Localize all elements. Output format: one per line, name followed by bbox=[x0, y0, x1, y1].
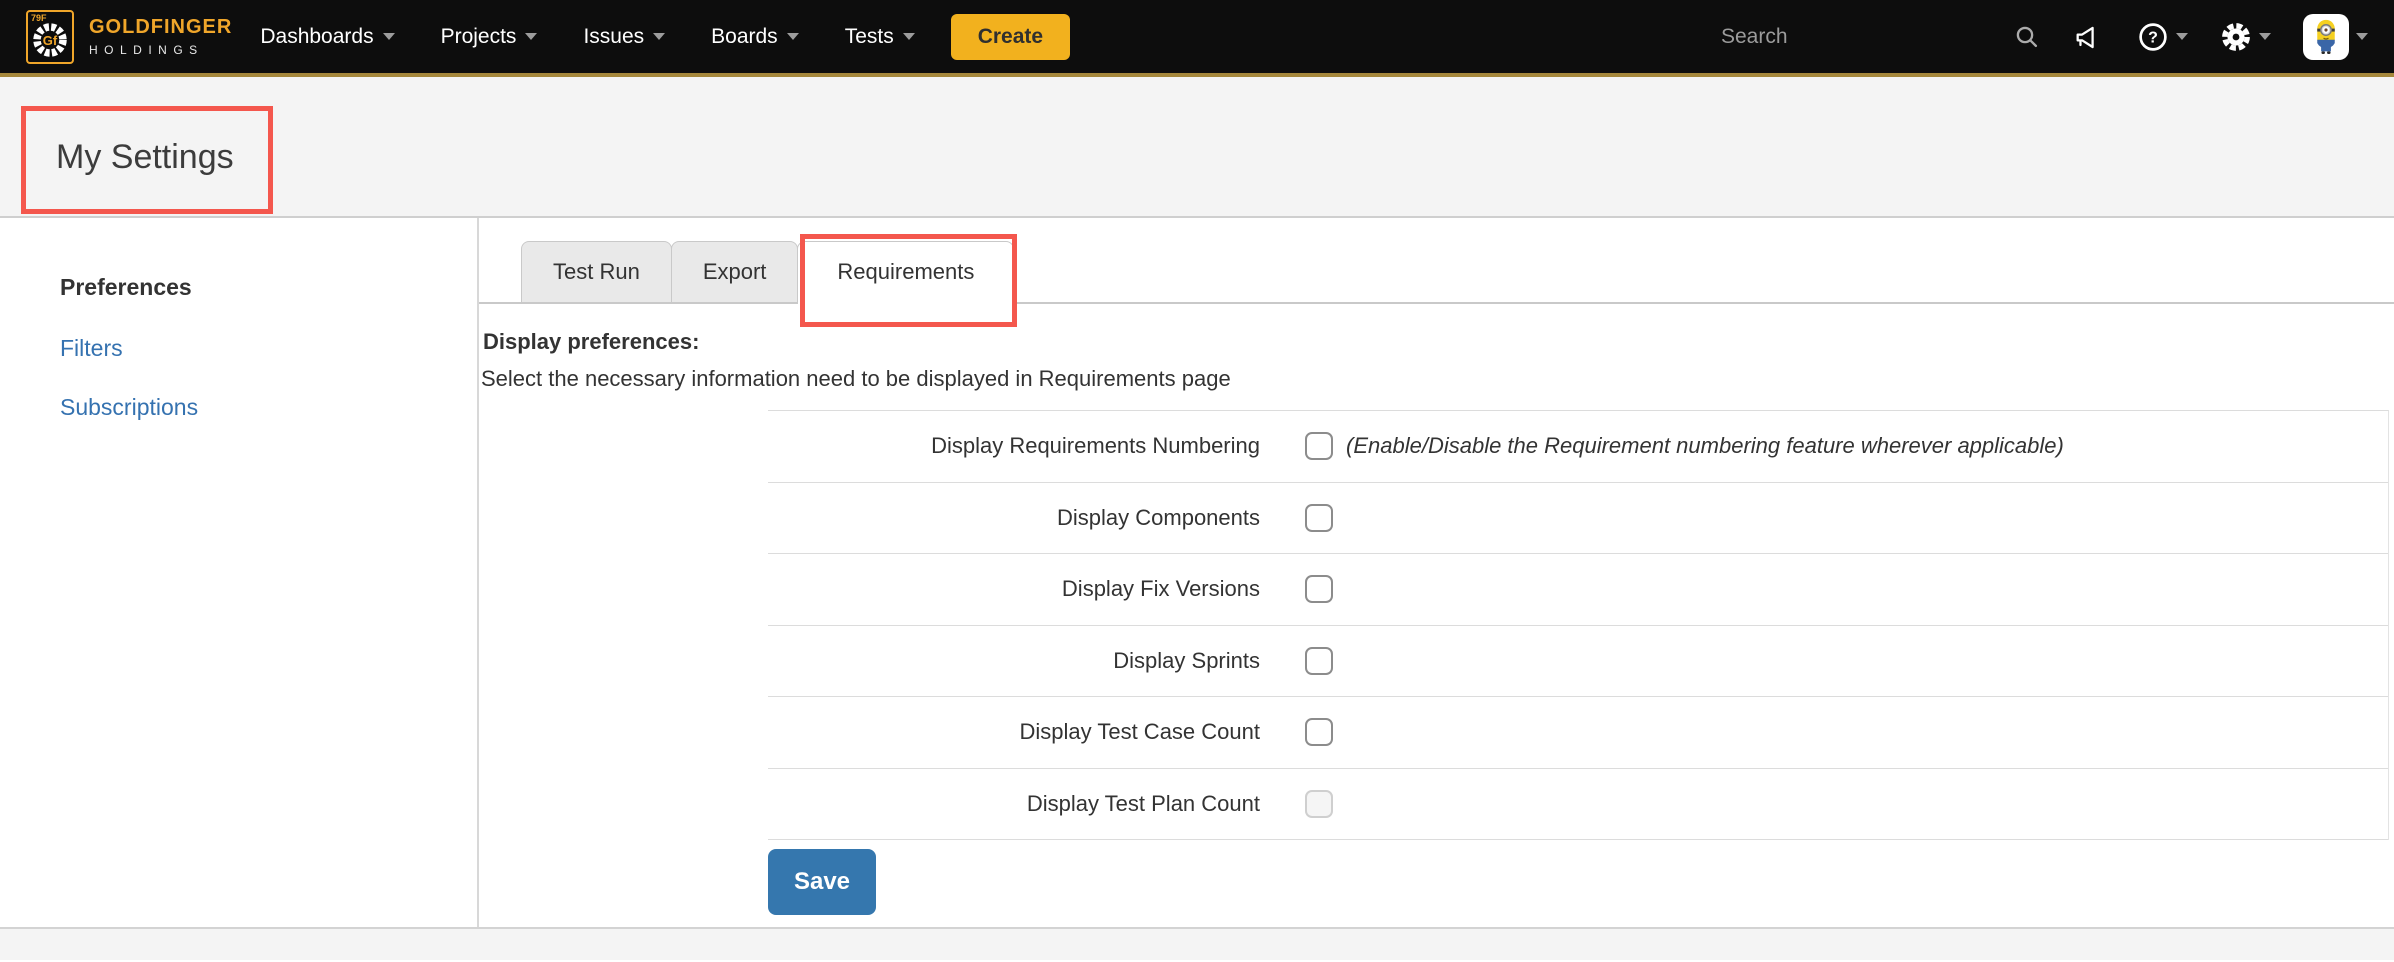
section-heading: Display preferences: bbox=[483, 329, 2394, 355]
settings-menu-button[interactable] bbox=[2220, 21, 2271, 53]
page-footer bbox=[0, 927, 2394, 960]
annotation-box-my-settings: My Settings bbox=[21, 106, 273, 214]
nav-menu-boards[interactable]: Boards bbox=[711, 25, 799, 49]
nav-menu-label: Issues bbox=[583, 25, 644, 49]
my-settings-page: 79F Gf GOLDFINGER HOLDINGS Dashboards Pr… bbox=[0, 0, 2394, 962]
row-label: Display Sprints bbox=[768, 648, 1260, 674]
nav-menu-label: Tests bbox=[845, 25, 894, 49]
search-icon[interactable] bbox=[2013, 23, 2041, 51]
avatar bbox=[2303, 14, 2349, 60]
minion-avatar-icon bbox=[2305, 15, 2347, 59]
sidebar-item-filters[interactable]: Filters bbox=[60, 335, 477, 362]
save-button[interactable]: Save bbox=[768, 849, 876, 915]
row-label: Display Components bbox=[768, 505, 1260, 531]
row-label: Display Test Plan Count bbox=[768, 791, 1260, 817]
user-profile-button[interactable] bbox=[2303, 14, 2368, 60]
sidebar-item-subscriptions[interactable]: Subscriptions bbox=[60, 394, 477, 421]
settings-row: Display Test Case Count bbox=[768, 697, 2388, 769]
nav-menu-dashboards[interactable]: Dashboards bbox=[260, 25, 394, 49]
search-input[interactable]: Search bbox=[1721, 23, 2041, 51]
goldfinger-logo-icon: 79F Gf bbox=[26, 10, 74, 64]
section-description: Select the necessary information need to… bbox=[481, 366, 2394, 392]
tab-export[interactable]: Export bbox=[671, 241, 799, 302]
chevron-down-icon bbox=[787, 33, 799, 40]
preferences-content: Test RunExportRequirements Display prefe… bbox=[479, 218, 2394, 927]
checkbox-display-test-case-count[interactable] bbox=[1305, 718, 1333, 746]
chevron-down-icon bbox=[2176, 33, 2188, 40]
nav-menu-label: Projects bbox=[441, 25, 517, 49]
row-label: Display Requirements Numbering bbox=[768, 433, 1260, 459]
logo-ring-icon: Gf bbox=[30, 18, 70, 60]
logo-monogram: Gf bbox=[43, 33, 58, 48]
nav-menu-issues[interactable]: Issues bbox=[583, 25, 665, 49]
nav-menu-tests[interactable]: Tests bbox=[845, 25, 915, 49]
checkbox-display-fix-versions[interactable] bbox=[1305, 575, 1333, 603]
gear-icon bbox=[2220, 21, 2252, 53]
megaphone-icon bbox=[2073, 21, 2105, 53]
tab-bar: Test RunExportRequirements bbox=[479, 218, 2394, 304]
chevron-down-icon bbox=[383, 33, 395, 40]
brand-subtitle: HOLDINGS bbox=[89, 43, 232, 57]
app-logo[interactable]: 79F Gf GOLDFINGER HOLDINGS bbox=[26, 10, 232, 64]
chevron-down-icon bbox=[2259, 33, 2271, 40]
chevron-down-icon bbox=[2356, 33, 2368, 40]
announcements-button[interactable] bbox=[2073, 21, 2105, 53]
row-note: (Enable/Disable the Requirement numberin… bbox=[1346, 433, 2064, 459]
page-header: My Settings bbox=[0, 77, 2394, 218]
display-preferences-table: Display Requirements Numbering (Enable/D… bbox=[768, 410, 2389, 840]
row-label: Display Fix Versions bbox=[768, 576, 1260, 602]
nav-menu-label: Boards bbox=[711, 25, 778, 49]
chevron-down-icon bbox=[653, 33, 665, 40]
chevron-down-icon bbox=[903, 33, 915, 40]
page-title: My Settings bbox=[56, 135, 234, 179]
row-label: Display Test Case Count bbox=[768, 719, 1260, 745]
checkbox-display-sprints[interactable] bbox=[1305, 647, 1333, 675]
chevron-down-icon bbox=[525, 33, 537, 40]
settings-row: Display Fix Versions bbox=[768, 554, 2388, 626]
settings-sidebar: Preferences Filters Subscriptions bbox=[0, 218, 479, 927]
logo-element-code: 79F bbox=[31, 13, 47, 23]
sidebar-heading-preferences: Preferences bbox=[60, 274, 477, 301]
help-menu-button[interactable]: ? bbox=[2137, 21, 2188, 53]
settings-row: Display Components bbox=[768, 483, 2388, 555]
tab-test-run[interactable]: Test Run bbox=[521, 241, 672, 302]
nav-menu-label: Dashboards bbox=[260, 25, 373, 49]
settings-row: Display Sprints bbox=[768, 626, 2388, 698]
settings-row: Display Requirements Numbering (Enable/D… bbox=[768, 411, 2388, 483]
checkbox-display-requirements-numbering[interactable] bbox=[1305, 432, 1333, 460]
brand-name: GOLDFINGER bbox=[89, 16, 232, 39]
top-navigation-bar: 79F Gf GOLDFINGER HOLDINGS Dashboards Pr… bbox=[0, 0, 2394, 77]
nav-menus: Dashboards Projects Issues Boards Tests bbox=[260, 25, 914, 49]
checkbox-display-components[interactable] bbox=[1305, 504, 1333, 532]
help-icon: ? bbox=[2137, 21, 2169, 53]
nav-menu-projects[interactable]: Projects bbox=[441, 25, 538, 49]
search-placeholder: Search bbox=[1721, 25, 2013, 49]
tab-requirements[interactable]: Requirements bbox=[797, 241, 1014, 304]
create-button[interactable]: Create bbox=[951, 14, 1070, 60]
settings-row: Display Test Plan Count bbox=[768, 769, 2388, 841]
checkbox-display-test-plan-count bbox=[1305, 790, 1333, 818]
svg-text:?: ? bbox=[2148, 29, 2158, 46]
